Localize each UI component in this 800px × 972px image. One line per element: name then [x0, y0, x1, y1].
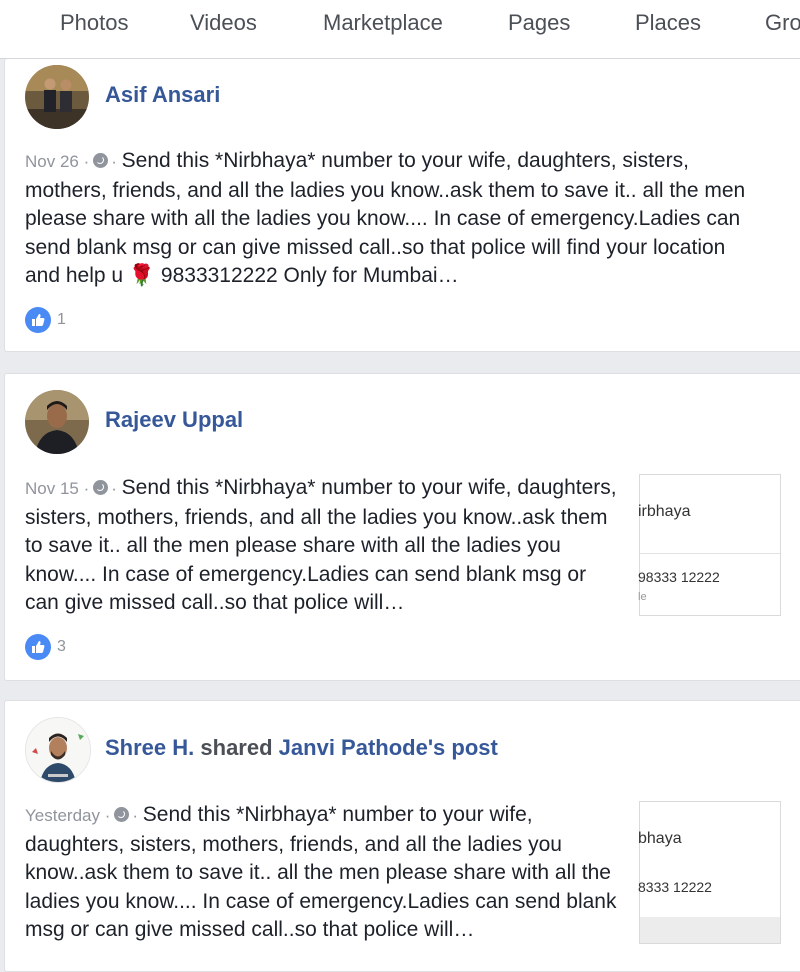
tab-groups[interactable]: Gro	[765, 10, 800, 36]
shared-post-link[interactable]: Janvi Pathode's post	[279, 735, 498, 760]
post-card: Rajeev Uppal Nov 15 · · Send this *Nirbha…	[4, 373, 800, 681]
thumbnail-text: irbhaya	[638, 503, 691, 520]
search-filter-tabs: Photos Videos Marketplace Pages Places G…	[0, 0, 800, 59]
thumbnail-number: 8333 12222	[638, 879, 712, 895]
thumbnail-number: 98333 12222	[638, 569, 720, 585]
post-text: Send this *Nirbhaya* number to your wife…	[25, 803, 617, 941]
like-thumb-icon	[25, 307, 51, 333]
author-name-link[interactable]: Shree H.	[105, 735, 194, 760]
reaction-summary[interactable]: 3	[25, 634, 66, 660]
like-thumb-icon	[25, 634, 51, 660]
globe-icon[interactable]	[93, 153, 109, 168]
shared-label: shared	[200, 735, 273, 760]
post-author: Asif Ansari	[105, 82, 220, 108]
tab-photos[interactable]: Photos	[60, 10, 129, 36]
post-body: Yesterday · · Send this *Nirbhaya* number…	[25, 803, 617, 941]
like-count: 1	[57, 311, 66, 328]
post-card: Asif Ansari Nov 26 · · Send this *Nirbhay…	[4, 59, 800, 352]
avatar[interactable]	[25, 390, 89, 454]
post-date[interactable]: Nov 15	[25, 479, 79, 498]
like-count: 3	[57, 638, 66, 655]
tab-videos[interactable]: Videos	[190, 10, 257, 36]
post-attachment-thumbnail[interactable]: bhaya 8333 12222	[638, 801, 781, 944]
post-body: Nov 15 · · Send this *Nirbhaya* number to…	[25, 476, 617, 614]
post-body: Nov 26 · · Send this *Nirbhaya* number to…	[25, 149, 746, 287]
avatar[interactable]	[25, 717, 91, 783]
author-name-link[interactable]: Rajeev Uppal	[105, 407, 243, 432]
author-name-link[interactable]: Asif Ansari	[105, 82, 220, 107]
thumbnail-caption: le	[638, 591, 647, 603]
post-author: Rajeev Uppal	[105, 407, 243, 433]
avatar[interactable]	[25, 65, 89, 129]
post-date[interactable]: Yesterday	[25, 806, 100, 825]
post-attachment-thumbnail[interactable]: irbhaya 98333 12222 le	[638, 474, 781, 616]
tab-marketplace[interactable]: Marketplace	[323, 10, 443, 36]
post-date[interactable]: Nov 26	[25, 152, 79, 171]
post-text: Send this *Nirbhaya* number to your wife…	[25, 149, 746, 287]
globe-icon[interactable]	[93, 480, 109, 495]
thumbnail-divider	[640, 553, 780, 554]
reaction-summary[interactable]: 1	[25, 307, 66, 333]
thumbnail-text: bhaya	[638, 830, 682, 847]
globe-icon[interactable]	[114, 807, 130, 822]
thumbnail-footer	[640, 917, 780, 943]
tab-pages[interactable]: Pages	[508, 10, 570, 36]
post-author: Shree H. shared Janvi Pathode's post	[105, 735, 498, 761]
tab-places[interactable]: Places	[635, 10, 701, 36]
post-card: Shree H. shared Janvi Pathode's post Yes…	[4, 700, 800, 972]
